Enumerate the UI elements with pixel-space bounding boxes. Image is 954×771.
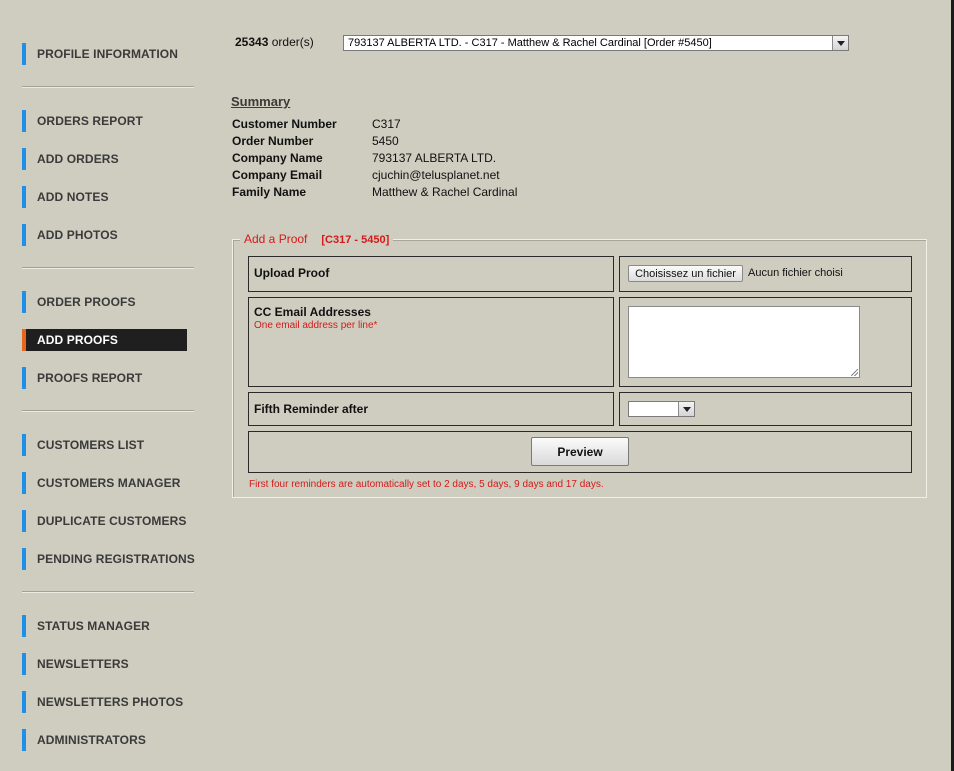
sidebar-item-label: DUPLICATE CUSTOMERS (37, 514, 187, 528)
summary-row: Company Name 793137 ALBERTA LTD. (232, 151, 517, 168)
order-select-value: 793137 ALBERTA LTD. - C317 - Matthew & R… (348, 37, 712, 49)
sidebar-item-label: STATUS MANAGER (37, 619, 150, 633)
sidebar-item-label: ORDER PROOFS (37, 295, 136, 309)
legend-reference: [C317 - 5450] (321, 234, 390, 246)
sidebar-item-label: PENDING REGISTRATIONS (37, 552, 195, 566)
sidebar-item-customers-manager[interactable]: CUSTOMERS MANAGER (22, 472, 187, 494)
sidebar-item-newsletters[interactable]: NEWSLETTERS (22, 653, 187, 675)
sidebar-item-customers-list[interactable]: CUSTOMERS LIST (22, 434, 187, 456)
sidebar-item-duplicate-customers[interactable]: DUPLICATE CUSTOMERS (22, 510, 187, 532)
sidebar-item-pending-registrations[interactable]: PENDING REGISTRATIONS (22, 548, 195, 570)
sidebar-item-label: CUSTOMERS LIST (37, 438, 145, 452)
upload-proof-label: Upload Proof (254, 266, 330, 280)
fifth-reminder-label-cell: Fifth Reminder after (248, 392, 614, 426)
sidebar-divider (22, 591, 194, 593)
order-select[interactable]: 793137 ALBERTA LTD. - C317 - Matthew & R… (343, 35, 849, 51)
sidebar-item-add-notes[interactable]: ADD NOTES (22, 186, 187, 208)
family-name: Matthew & Rachel Cardinal (372, 185, 518, 199)
sidebar-item-orders-report[interactable]: ORDERS REPORT (22, 110, 187, 132)
sidebar-item-add-proofs[interactable]: ADD PROOFS (22, 329, 187, 351)
fifth-reminder-select[interactable] (628, 401, 695, 417)
order-number: 5450 (372, 134, 399, 148)
summary-label: Customer Number (232, 117, 337, 131)
sidebar-item-label: ADD NOTES (37, 190, 109, 204)
legend-title: Add a Proof (244, 232, 308, 246)
order-count-value: 25343 (235, 35, 269, 49)
summary-row: Family Name Matthew & Rachel Cardinal (232, 185, 517, 202)
summary-row: Customer Number C317 (232, 117, 517, 134)
sidebar-item-order-proofs[interactable]: ORDER PROOFS (22, 291, 187, 313)
order-count-suffix: order(s) (271, 35, 314, 49)
chevron-down-icon[interactable] (678, 402, 694, 416)
sidebar-item-label: ADMINISTRATORS (37, 733, 146, 747)
summary-label: Family Name (232, 185, 307, 199)
sidebar-item-label: ORDERS REPORT (37, 114, 143, 128)
sidebar-divider (22, 410, 194, 412)
sidebar-item-newsletters-photos[interactable]: NEWSLETTERS PHOTOS (22, 691, 187, 713)
sidebar-item-label: CUSTOMERS MANAGER (37, 476, 181, 490)
file-status: Aucun fichier choisi (748, 267, 843, 279)
summary-row: Company Email cjuchin@telusplanet.net (232, 168, 517, 185)
summary-title: Summary (231, 94, 291, 109)
choose-file-button[interactable]: Choisissez un fichier (628, 265, 743, 282)
summary-table: Customer Number C317 Order Number 5450 Com… (232, 117, 517, 202)
preview-button[interactable]: Preview (531, 437, 629, 466)
sidebar-item-label: NEWSLETTERS (37, 657, 129, 671)
upload-proof-input-cell: Choisissez un fichier Aucun fichier choi… (619, 256, 912, 292)
reminder-note: First four reminders are automatically s… (249, 479, 604, 490)
customer-number: C317 (372, 117, 401, 131)
order-count: 25343 order(s) (235, 35, 314, 49)
company-email: cjuchin@telusplanet.net (372, 168, 500, 182)
sidebar-divider (22, 267, 194, 269)
fieldset-legend: Add a Proof [C317 - 5450] (240, 232, 394, 246)
sidebar-divider (22, 86, 194, 88)
resize-handle-icon[interactable] (851, 369, 858, 376)
cc-email-label: CC Email Addresses (254, 305, 371, 319)
fifth-reminder-input-cell (619, 392, 912, 426)
fifth-reminder-label: Fifth Reminder after (254, 402, 369, 416)
summary-label: Company Email (232, 168, 323, 182)
summary-row: Order Number 5450 (232, 134, 517, 151)
upload-proof-label-cell: Upload Proof (248, 256, 614, 292)
sidebar: PROFILE INFORMATION ORDERS REPORT ADD OR… (0, 0, 200, 771)
sidebar-item-profile-information[interactable]: PROFILE INFORMATION (22, 43, 187, 65)
summary-label: Company Name (232, 151, 323, 165)
sidebar-item-label: PROFILE INFORMATION (37, 47, 179, 61)
cc-email-textarea[interactable] (628, 306, 860, 378)
sidebar-item-label: ADD PROOFS (37, 333, 119, 347)
sidebar-item-label: PROOFS REPORT (37, 371, 143, 385)
sidebar-item-label: ADD PHOTOS (37, 228, 118, 242)
sidebar-item-add-photos[interactable]: ADD PHOTOS (22, 224, 187, 246)
sidebar-item-add-orders[interactable]: ADD ORDERS (22, 148, 187, 170)
summary-label: Order Number (232, 134, 314, 148)
sidebar-item-proofs-report[interactable]: PROOFS REPORT (22, 367, 187, 389)
company-name: 793137 ALBERTA LTD. (372, 151, 497, 165)
cc-email-input-cell (619, 297, 912, 387)
cc-email-label-cell: CC Email Addresses One email address per… (248, 297, 614, 387)
sidebar-item-administrators[interactable]: ADMINISTRATORS (22, 729, 187, 751)
chevron-down-icon[interactable] (832, 36, 848, 50)
sidebar-item-status-manager[interactable]: STATUS MANAGER (22, 615, 187, 637)
preview-row: Preview (248, 431, 912, 473)
cc-email-hint: One email address per line* (254, 320, 378, 331)
sidebar-item-label: NEWSLETTERS PHOTOS (37, 695, 184, 709)
sidebar-item-label: ADD ORDERS (37, 152, 119, 166)
